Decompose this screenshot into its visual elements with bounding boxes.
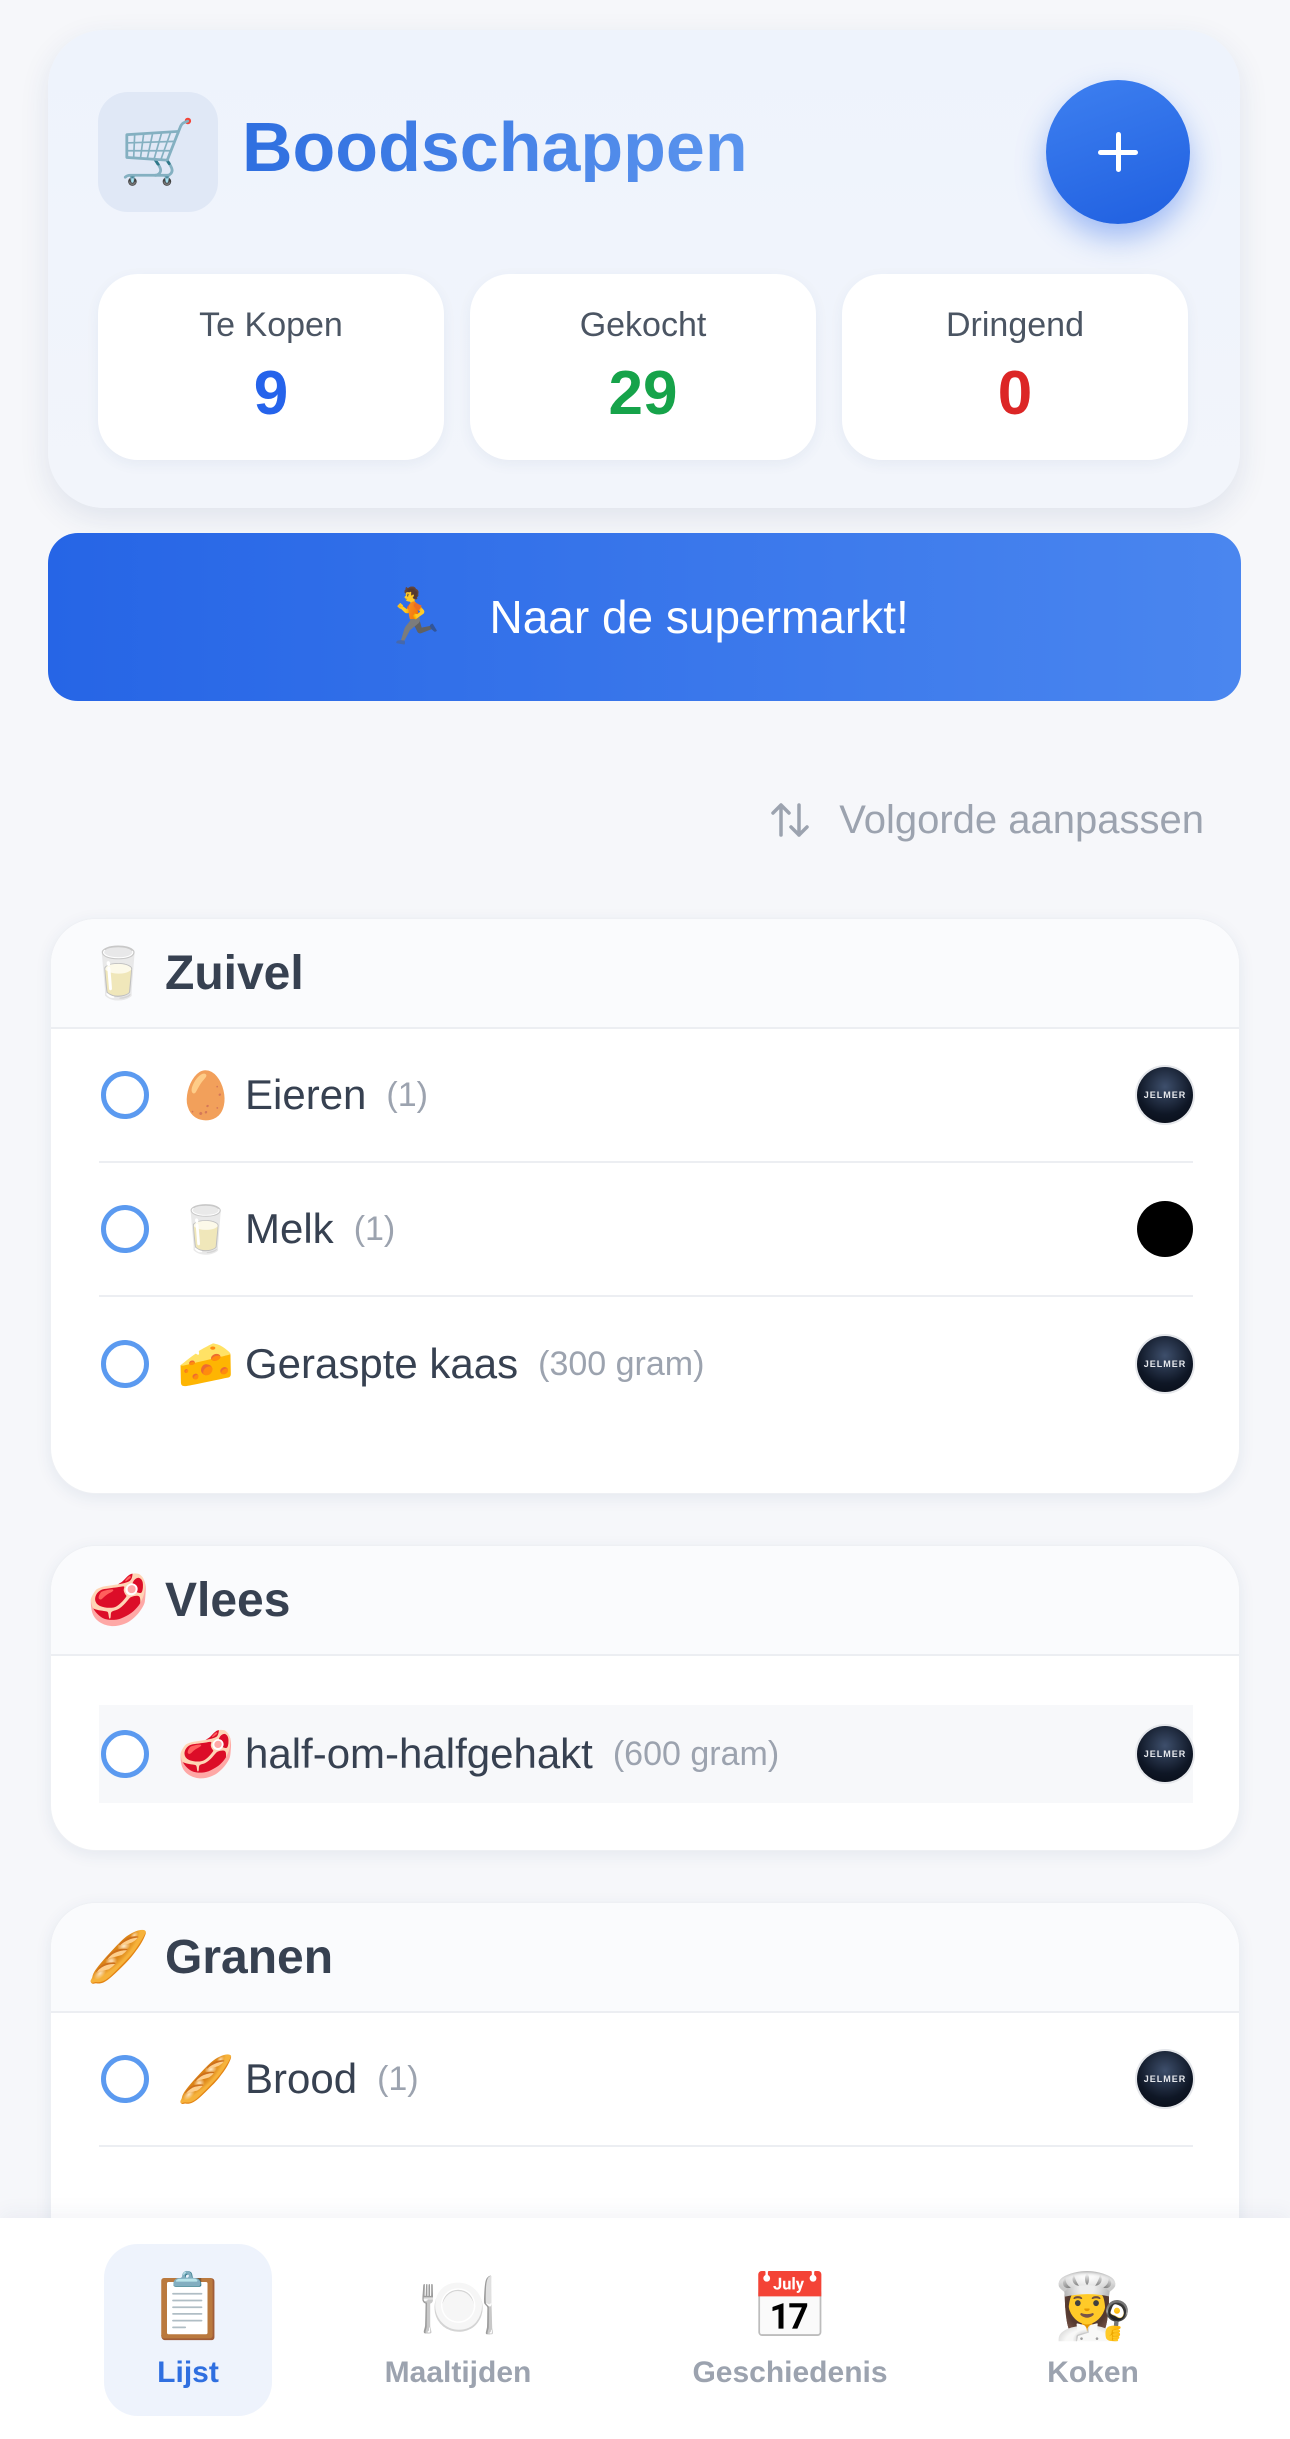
milk-icon: 🥛 bbox=[177, 1202, 235, 1255]
item-quantity: (1) bbox=[353, 1209, 396, 1248]
nav-geschiedenis[interactable]: 📅 Geschiedenis bbox=[680, 2244, 900, 2416]
category-header: 🥩 Vlees bbox=[51, 1546, 1239, 1656]
clipboard-icon: 📋 bbox=[148, 2270, 228, 2342]
nav-lijst[interactable]: 📋 Lijst bbox=[104, 2244, 272, 2416]
bottom-navigation: 📋 Lijst 🍽️ Maaltijden 📅 Geschiedenis 👩‍🍳… bbox=[0, 2218, 1290, 2439]
list-item[interactable]: 🥛 Melk (1) bbox=[99, 1163, 1193, 1297]
item-name: half-om-halfgehakt bbox=[245, 1730, 593, 1777]
stat-value: 0 bbox=[997, 359, 1033, 428]
category-vlees: 🥩 Vlees 🥩 half-om-halfgehakt (600 gram) … bbox=[50, 1545, 1240, 1851]
item-quantity: (1) bbox=[386, 1075, 428, 1114]
item-checkbox[interactable] bbox=[101, 1071, 149, 1119]
nav-label: Lijst bbox=[157, 2356, 219, 2389]
reorder-button[interactable]: Volgorde aanpassen bbox=[767, 796, 1204, 844]
stat-dringend: Dringend 0 bbox=[842, 274, 1188, 460]
avatar: JELMER bbox=[1137, 1067, 1193, 1123]
list-item[interactable]: 🥖 Brood (1) JELMER bbox=[99, 2013, 1193, 2147]
add-item-button[interactable] bbox=[1046, 80, 1190, 224]
stat-value: 29 bbox=[608, 359, 678, 428]
item-checkbox[interactable] bbox=[101, 2055, 149, 2103]
item-name: Brood bbox=[245, 2055, 358, 2102]
item-checkbox[interactable] bbox=[101, 1730, 149, 1778]
bread-icon: 🥖 bbox=[177, 2052, 235, 2105]
nav-label: Maaltijden bbox=[384, 2356, 532, 2389]
nav-label: Geschiedenis bbox=[692, 2356, 888, 2389]
avatar: JELMER bbox=[1137, 1336, 1193, 1392]
cheese-icon: 🧀 bbox=[177, 1337, 235, 1390]
sort-arrows-icon bbox=[771, 803, 809, 837]
list-item[interactable]: 🧀 Geraspte kaas (300 gram) JELMER bbox=[99, 1297, 1193, 1431]
cart-icon: 🛒 bbox=[98, 92, 218, 212]
stat-label: Dringend bbox=[946, 306, 1084, 344]
list-item[interactable]: 🥩 half-om-halfgehakt (600 gram) JELMER bbox=[99, 1705, 1193, 1803]
stat-value: 9 bbox=[253, 359, 289, 428]
stat-label: Gekocht bbox=[579, 306, 707, 344]
category-header: 🥖 Granen bbox=[51, 1903, 1239, 2013]
app-title: Boodschappen bbox=[242, 108, 748, 186]
item-quantity: (600 gram) bbox=[612, 1734, 780, 1773]
cook-icon: 👩‍🍳 bbox=[1053, 2270, 1133, 2342]
category-title: Granen bbox=[165, 1930, 334, 1984]
nav-maaltijden[interactable]: 🍽️ Maaltijden bbox=[368, 2244, 548, 2416]
calendar-icon: 📅 bbox=[750, 2270, 830, 2342]
avatar: JELMER bbox=[1137, 1726, 1193, 1782]
category-zuivel: 🥛 Zuivel 🥚 Eieren (1) JELMER 🥛 Melk (1) … bbox=[50, 918, 1240, 1494]
meat-icon: 🥩 bbox=[87, 1571, 150, 1628]
stat-gekocht: Gekocht 29 bbox=[470, 274, 816, 460]
stat-te-kopen: Te Kopen 9 bbox=[98, 274, 444, 460]
category-title: Zuivel bbox=[165, 946, 304, 1000]
nav-koken[interactable]: 👩‍🍳 Koken bbox=[1036, 2244, 1150, 2416]
reorder-label: Volgorde aanpassen bbox=[839, 797, 1204, 842]
category-title: Vlees bbox=[165, 1573, 291, 1627]
milk-icon: 🥛 bbox=[87, 944, 150, 1001]
stat-label: Te Kopen bbox=[199, 306, 343, 344]
item-quantity: (1) bbox=[377, 2059, 419, 2098]
plate-icon: 🍽️ bbox=[418, 2270, 498, 2342]
item-quantity: (300 gram) bbox=[538, 1344, 705, 1383]
nav-label: Koken bbox=[1047, 2356, 1139, 2389]
header-card: 🛒 Boodschappen Te Kopen 9 Gekocht 29 Dri… bbox=[48, 30, 1240, 508]
bread-icon: 🥖 bbox=[87, 1928, 150, 1985]
item-checkbox[interactable] bbox=[101, 1205, 149, 1253]
list-item[interactable]: 🥚 Eieren (1) JELMER bbox=[99, 1029, 1193, 1163]
go-to-supermarket-button[interactable]: 🏃 Naar de supermarkt! bbox=[48, 533, 1241, 701]
item-name: Geraspte kaas bbox=[245, 1340, 519, 1387]
plus-icon bbox=[1098, 132, 1138, 172]
avatar bbox=[1137, 1201, 1193, 1257]
category-header: 🥛 Zuivel bbox=[51, 919, 1239, 1029]
egg-icon: 🥚 bbox=[177, 1068, 235, 1121]
avatar: JELMER bbox=[1137, 2051, 1193, 2107]
meat-icon: 🥩 bbox=[177, 1727, 235, 1780]
item-checkbox[interactable] bbox=[101, 1340, 149, 1388]
cta-label: Naar de supermarkt! bbox=[489, 591, 909, 643]
item-name: Eieren bbox=[245, 1071, 367, 1118]
item-name: Melk bbox=[245, 1205, 334, 1252]
running-person-icon: 🏃 bbox=[380, 586, 448, 647]
